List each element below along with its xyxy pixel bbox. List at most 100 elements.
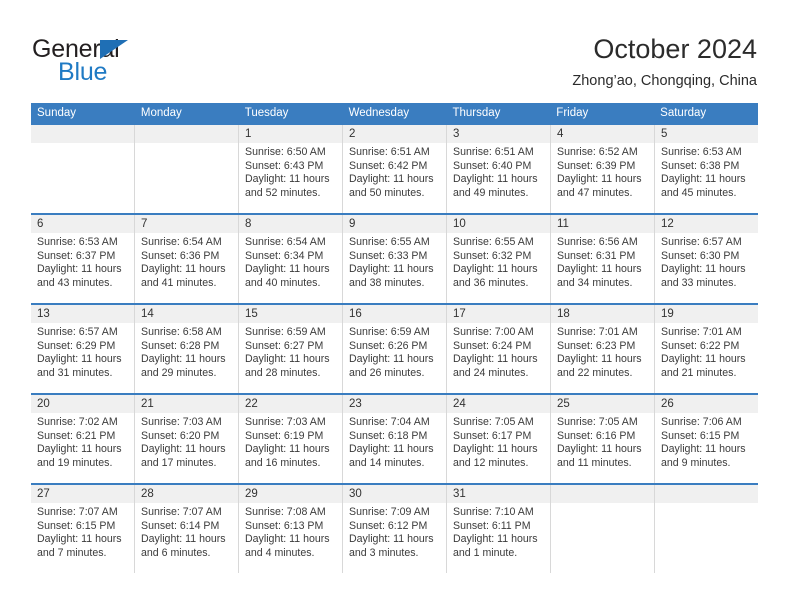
day-number: 24 xyxy=(447,395,550,413)
day-sun-info: Sunrise: 7:02 AM Sunset: 6:21 PM Daylight:… xyxy=(31,413,134,470)
calendar-day-cell[interactable]: 2 Sunrise: 6:51 AM Sunset: 6:42 PM Daylight… xyxy=(343,125,447,213)
day-number: 7 xyxy=(135,215,238,233)
calendar-day-cell[interactable]: 3 Sunrise: 6:51 AM Sunset: 6:40 PM Daylight… xyxy=(447,125,551,213)
daylight-duration-line1: Daylight: 11 hours xyxy=(141,353,226,366)
daylight-duration-line1: Daylight: 11 hours xyxy=(557,263,642,276)
daylight-duration-line1: Daylight: 11 hours xyxy=(245,443,330,456)
calendar-day-cell[interactable]: 11 Sunrise: 6:56 AM Sunset: 6:31 PM Dayligh… xyxy=(551,215,655,303)
day-number: 2 xyxy=(343,125,446,143)
sunrise-time: Sunrise: 6:50 AM xyxy=(245,146,326,158)
sunrise-time: Sunrise: 6:53 AM xyxy=(661,146,742,158)
day-number: 28 xyxy=(135,485,238,503)
calendar-day-cell[interactable]: 8 Sunrise: 6:54 AM Sunset: 6:34 PM Daylight… xyxy=(239,215,343,303)
weekday-header-tuesday: Tuesday xyxy=(244,107,289,119)
calendar-week-row: 13 Sunrise: 6:57 AM Sunset: 6:29 PM Dayligh… xyxy=(31,303,758,393)
calendar-day-cell[interactable]: 15 Sunrise: 6:59 AM Sunset: 6:27 PM Dayligh… xyxy=(239,305,343,393)
calendar-day-cell[interactable]: 4 Sunrise: 6:52 AM Sunset: 6:39 PM Daylight… xyxy=(551,125,655,213)
calendar-day-cell[interactable]: 14 Sunrise: 6:58 AM Sunset: 6:28 PM Dayligh… xyxy=(135,305,239,393)
daylight-duration-line2: and 12 minutes. xyxy=(453,456,529,469)
calendar-day-cell[interactable]: 18 Sunrise: 7:01 AM Sunset: 6:23 PM Dayligh… xyxy=(551,305,655,393)
calendar-day-cell[interactable]: 13 Sunrise: 6:57 AM Sunset: 6:29 PM Dayligh… xyxy=(31,305,135,393)
calendar-day-cell[interactable]: 27 Sunrise: 7:07 AM Sunset: 6:15 PM Dayligh… xyxy=(31,485,135,573)
day-sun-info: Sunrise: 6:53 AM Sunset: 6:38 PM Daylight:… xyxy=(655,143,758,200)
day-number: 9 xyxy=(343,215,446,233)
location-subtitle: Zhong’ao, Chongqing, China xyxy=(572,73,757,89)
calendar-day-cell[interactable]: 12 Sunrise: 6:57 AM Sunset: 6:30 PM Dayligh… xyxy=(655,215,758,303)
day-number: 1 xyxy=(239,125,342,143)
day-sun-info: Sunrise: 7:06 AM Sunset: 6:15 PM Daylight:… xyxy=(655,413,758,470)
calendar-day-cell[interactable]: 17 Sunrise: 7:00 AM Sunset: 6:24 PM Dayligh… xyxy=(447,305,551,393)
calendar-week-row: 1 Sunrise: 6:50 AM Sunset: 6:43 PM Daylight… xyxy=(31,125,758,213)
calendar-day-cell[interactable]: 6 Sunrise: 6:53 AM Sunset: 6:37 PM Daylight… xyxy=(31,215,135,303)
day-number: 16 xyxy=(343,305,446,323)
calendar-day-cell[interactable]: 22 Sunrise: 7:03 AM Sunset: 6:19 PM Dayligh… xyxy=(239,395,343,483)
calendar-day-cell[interactable]: 26 Sunrise: 7:06 AM Sunset: 6:15 PM Dayligh… xyxy=(655,395,758,483)
calendar-day-cell[interactable]: 24 Sunrise: 7:05 AM Sunset: 6:17 PM Dayligh… xyxy=(447,395,551,483)
day-sun-info: Sunrise: 7:01 AM Sunset: 6:22 PM Daylight:… xyxy=(655,323,758,380)
daylight-duration-line2: and 3 minutes. xyxy=(349,546,419,559)
title-block: October 2024 Zhong’ao, Chongqing, China xyxy=(572,33,757,91)
calendar-day-cell[interactable]: 16 Sunrise: 6:59 AM Sunset: 6:26 PM Dayligh… xyxy=(343,305,447,393)
calendar-day-cell[interactable]: 23 Sunrise: 7:04 AM Sunset: 6:18 PM Dayligh… xyxy=(343,395,447,483)
sunset-time: Sunset: 6:16 PM xyxy=(557,429,636,442)
weekday-header-monday: Monday xyxy=(140,107,182,119)
calendar-day-cell[interactable]: 21 Sunrise: 7:03 AM Sunset: 6:20 PM Dayligh… xyxy=(135,395,239,483)
daylight-duration-line2: and 7 minutes. xyxy=(37,546,107,559)
day-sun-info: Sunrise: 7:05 AM Sunset: 6:17 PM Daylight:… xyxy=(447,413,550,470)
sunrise-time: Sunrise: 6:51 AM xyxy=(349,146,430,158)
calendar-day-cell[interactable]: 28 Sunrise: 7:07 AM Sunset: 6:14 PM Dayligh… xyxy=(135,485,239,573)
sunset-time: Sunset: 6:23 PM xyxy=(557,339,636,352)
sunset-time: Sunset: 6:29 PM xyxy=(37,339,116,352)
calendar-day-cell[interactable]: 7 Sunrise: 6:54 AM Sunset: 6:36 PM Daylight… xyxy=(135,215,239,303)
day-sun-info: Sunrise: 7:04 AM Sunset: 6:18 PM Daylight:… xyxy=(343,413,446,470)
sunset-time: Sunset: 6:42 PM xyxy=(349,159,428,172)
daylight-duration-line2: and 45 minutes. xyxy=(661,186,737,199)
day-sun-info: Sunrise: 6:56 AM Sunset: 6:31 PM Daylight:… xyxy=(551,233,654,290)
daylight-duration-line1: Daylight: 11 hours xyxy=(141,533,226,546)
day-number: 18 xyxy=(551,305,654,323)
daylight-duration-line2: and 33 minutes. xyxy=(661,276,737,289)
calendar-day-cell[interactable]: 1 Sunrise: 6:50 AM Sunset: 6:43 PM Daylight… xyxy=(239,125,343,213)
daylight-duration-line1: Daylight: 11 hours xyxy=(453,443,538,456)
daylight-duration-line1: Daylight: 11 hours xyxy=(661,353,746,366)
sunset-time: Sunset: 6:14 PM xyxy=(141,519,220,532)
day-sun-info: Sunrise: 6:58 AM Sunset: 6:28 PM Daylight:… xyxy=(135,323,238,380)
calendar-day-cell[interactable]: 25 Sunrise: 7:05 AM Sunset: 6:16 PM Dayligh… xyxy=(551,395,655,483)
day-sun-info: Sunrise: 6:50 AM Sunset: 6:43 PM Daylight:… xyxy=(239,143,342,200)
daylight-duration-line2: and 26 minutes. xyxy=(349,366,425,379)
calendar-day-cell-empty xyxy=(551,485,655,573)
page-title: October 2024 xyxy=(593,34,757,64)
day-sun-info: Sunrise: 7:07 AM Sunset: 6:14 PM Daylight:… xyxy=(135,503,238,560)
sunset-time: Sunset: 6:27 PM xyxy=(245,339,324,352)
sunset-time: Sunset: 6:12 PM xyxy=(349,519,428,532)
daylight-duration-line1: Daylight: 11 hours xyxy=(453,353,538,366)
day-sun-info: Sunrise: 7:03 AM Sunset: 6:19 PM Daylight:… xyxy=(239,413,342,470)
calendar-day-cell[interactable]: 31 Sunrise: 7:10 AM Sunset: 6:11 PM Dayligh… xyxy=(447,485,551,573)
sunrise-time: Sunrise: 6:59 AM xyxy=(245,326,326,338)
daylight-duration-line1: Daylight: 11 hours xyxy=(37,443,122,456)
calendar-day-cell[interactable]: 5 Sunrise: 6:53 AM Sunset: 6:38 PM Daylight… xyxy=(655,125,758,213)
daylight-duration-line1: Daylight: 11 hours xyxy=(349,173,434,186)
day-number: 3 xyxy=(447,125,550,143)
day-sun-info: Sunrise: 6:51 AM Sunset: 6:42 PM Daylight:… xyxy=(343,143,446,200)
calendar-day-cell[interactable]: 20 Sunrise: 7:02 AM Sunset: 6:21 PM Dayligh… xyxy=(31,395,135,483)
calendar-day-cell[interactable]: 19 Sunrise: 7:01 AM Sunset: 6:22 PM Dayligh… xyxy=(655,305,758,393)
calendar-week-row: 20 Sunrise: 7:02 AM Sunset: 6:21 PM Dayligh… xyxy=(31,393,758,483)
general-blue-logo[interactable]: General Blue xyxy=(32,36,202,88)
calendar-day-cell[interactable]: 29 Sunrise: 7:08 AM Sunset: 6:13 PM Dayligh… xyxy=(239,485,343,573)
calendar-day-cell[interactable]: 10 Sunrise: 6:55 AM Sunset: 6:32 PM Dayligh… xyxy=(447,215,551,303)
day-number: 15 xyxy=(239,305,342,323)
day-number: 31 xyxy=(447,485,550,503)
daylight-duration-line2: and 6 minutes. xyxy=(141,546,211,559)
day-number xyxy=(31,125,134,143)
calendar-weekday-header-row: Sunday Monday Tuesday Wednesday Thursday Frid… xyxy=(31,103,758,125)
sunset-time: Sunset: 6:26 PM xyxy=(349,339,428,352)
daylight-duration-line1: Daylight: 11 hours xyxy=(349,533,434,546)
calendar-week-row: 6 Sunrise: 6:53 AM Sunset: 6:37 PM Daylight… xyxy=(31,213,758,303)
calendar-day-cell[interactable]: 9 Sunrise: 6:55 AM Sunset: 6:33 PM Daylight… xyxy=(343,215,447,303)
day-number: 13 xyxy=(31,305,134,323)
sunset-time: Sunset: 6:40 PM xyxy=(453,159,532,172)
sunrise-time: Sunrise: 6:54 AM xyxy=(141,236,222,248)
calendar-day-cell[interactable]: 30 Sunrise: 7:09 AM Sunset: 6:12 PM Dayligh… xyxy=(343,485,447,573)
daylight-duration-line2: and 19 minutes. xyxy=(37,456,113,469)
